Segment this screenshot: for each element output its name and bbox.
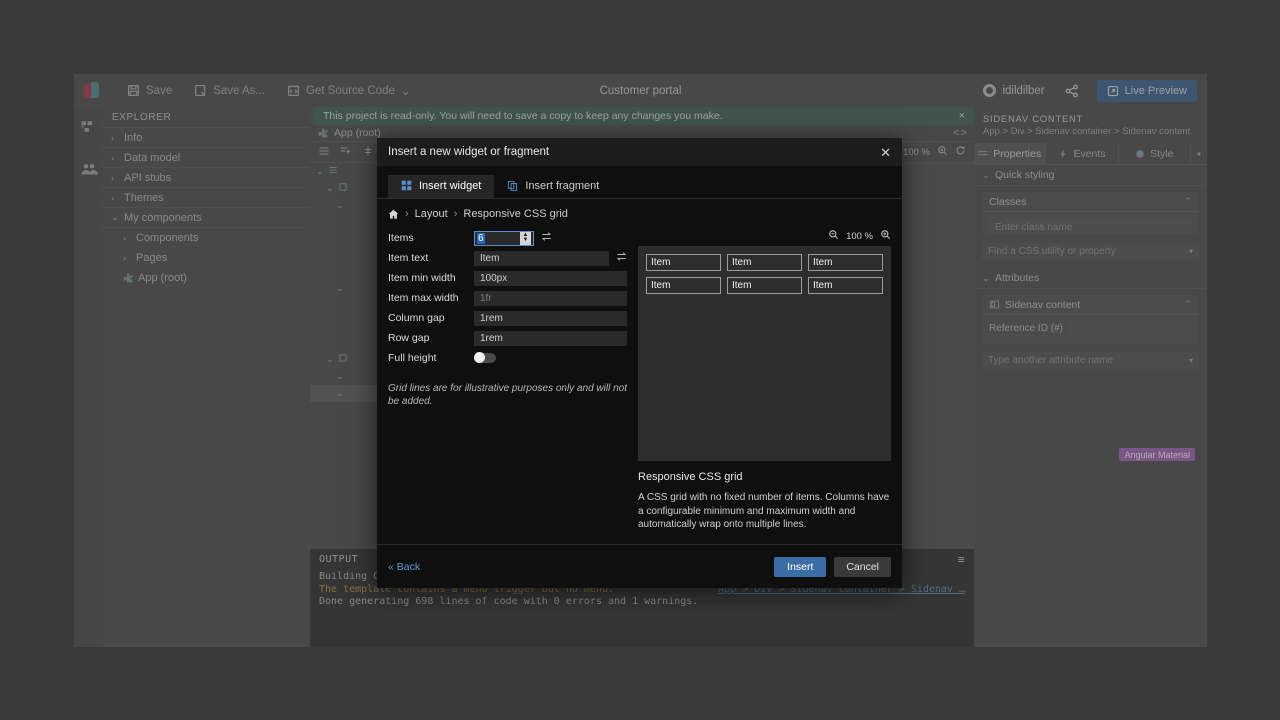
form-row-column-gap: Column gap 1rem — [388, 308, 627, 328]
application-window: Save Save As... Get Source Code ⌄ Custom… — [74, 74, 1207, 647]
fragment-copy-icon — [508, 180, 518, 191]
dialog-form-column: Items 6 ▲ ▼ Item text Item Item min width… — [377, 226, 638, 544]
insert-button[interactable]: Insert — [774, 556, 827, 577]
bind-data-icon[interactable] — [616, 251, 627, 265]
preview-grid-item: Item — [646, 277, 721, 294]
column-gap-input[interactable]: 1rem — [474, 310, 627, 326]
tab-label: Insert widget — [419, 179, 482, 192]
breadcrumb-current: Responsive CSS grid — [463, 208, 568, 220]
form-row-item-max-width: Item max width 1fr — [388, 288, 627, 308]
preview-description: A CSS grid with no fixed number of items… — [638, 492, 890, 530]
row-gap-input[interactable]: 1rem — [474, 330, 627, 346]
preview-grid-item: Item — [808, 277, 883, 294]
preview-zoom-controls: 100 % — [638, 226, 891, 246]
breadcrumb-category[interactable]: Layout — [415, 208, 448, 220]
form-row-row-gap: Row gap 1rem — [388, 328, 627, 348]
zoom-out-icon[interactable] — [828, 229, 839, 243]
bind-data-icon[interactable] — [541, 231, 552, 245]
dialog-footer: « Back Insert Cancel — [377, 544, 902, 588]
breadcrumb-separator: › — [453, 208, 458, 220]
preview-zoom-level: 100 % — [846, 230, 873, 242]
item-max-width-label: Item max width — [388, 292, 459, 304]
dialog-title: Insert a new widget or fragment — [388, 146, 550, 158]
item-text-label: Item text — [388, 252, 429, 264]
close-icon[interactable]: ✕ — [880, 146, 891, 159]
column-gap-label: Column gap — [388, 312, 445, 324]
number-stepper[interactable]: ▲ ▼ — [520, 231, 531, 245]
full-height-label: Full height — [388, 352, 437, 364]
preview-title: Responsive CSS grid — [638, 471, 743, 483]
item-min-width-input[interactable]: 100px — [474, 270, 627, 286]
preview-grid-item: Item — [727, 254, 802, 271]
dialog-body: Items 6 ▲ ▼ Item text Item Item min width… — [377, 226, 902, 544]
preview-grid-item: Item — [808, 254, 883, 271]
dialog-tab-bar: Insert widget Insert fragment — [377, 175, 902, 199]
cancel-button[interactable]: Cancel — [834, 556, 891, 577]
item-text-input[interactable]: Item — [474, 250, 609, 266]
breadcrumb-separator: › — [405, 208, 409, 220]
preview-grid-item: Item — [646, 254, 721, 271]
back-button[interactable]: « Back — [388, 561, 420, 573]
form-row-full-height: Full height — [388, 348, 627, 368]
dialog-action-buttons: Insert Cancel — [774, 556, 891, 577]
grid-lines-hint: Grid lines are for illustrative purposes… — [388, 383, 627, 407]
widget-grid-icon — [401, 180, 412, 191]
home-icon — [388, 209, 399, 219]
items-value: 6 — [477, 232, 485, 244]
preview-grid-item: Item — [727, 277, 802, 294]
tab-insert-fragment[interactable]: Insert fragment — [494, 175, 612, 198]
form-row-item-min-width: Item min width 100px — [388, 268, 627, 288]
tab-label: Insert fragment — [525, 179, 600, 192]
tab-insert-widget[interactable]: Insert widget — [388, 175, 495, 198]
items-label: Items — [388, 232, 414, 244]
full-height-toggle[interactable] — [474, 352, 496, 363]
item-min-width-label: Item min width — [388, 272, 456, 284]
form-row-item-text: Item text Item — [388, 248, 627, 268]
row-gap-label: Row gap — [388, 332, 430, 344]
widget-preview: Item Item Item Item Item Item — [638, 246, 891, 461]
dialog-header: Insert a new widget or fragment ✕ — [377, 138, 902, 166]
item-max-width-input[interactable]: 1fr — [474, 290, 627, 306]
dialog-preview-column: 100 % Item Item Item Item Item Item Resp… — [638, 226, 902, 544]
insert-widget-dialog: Insert a new widget or fragment ✕ Insert… — [377, 138, 902, 588]
zoom-in-icon[interactable] — [880, 229, 891, 243]
items-input[interactable]: 6 ▲ ▼ — [474, 230, 534, 246]
dialog-breadcrumb: › Layout › Responsive CSS grid — [377, 199, 902, 226]
form-row-items: Items 6 ▲ ▼ — [388, 228, 627, 248]
